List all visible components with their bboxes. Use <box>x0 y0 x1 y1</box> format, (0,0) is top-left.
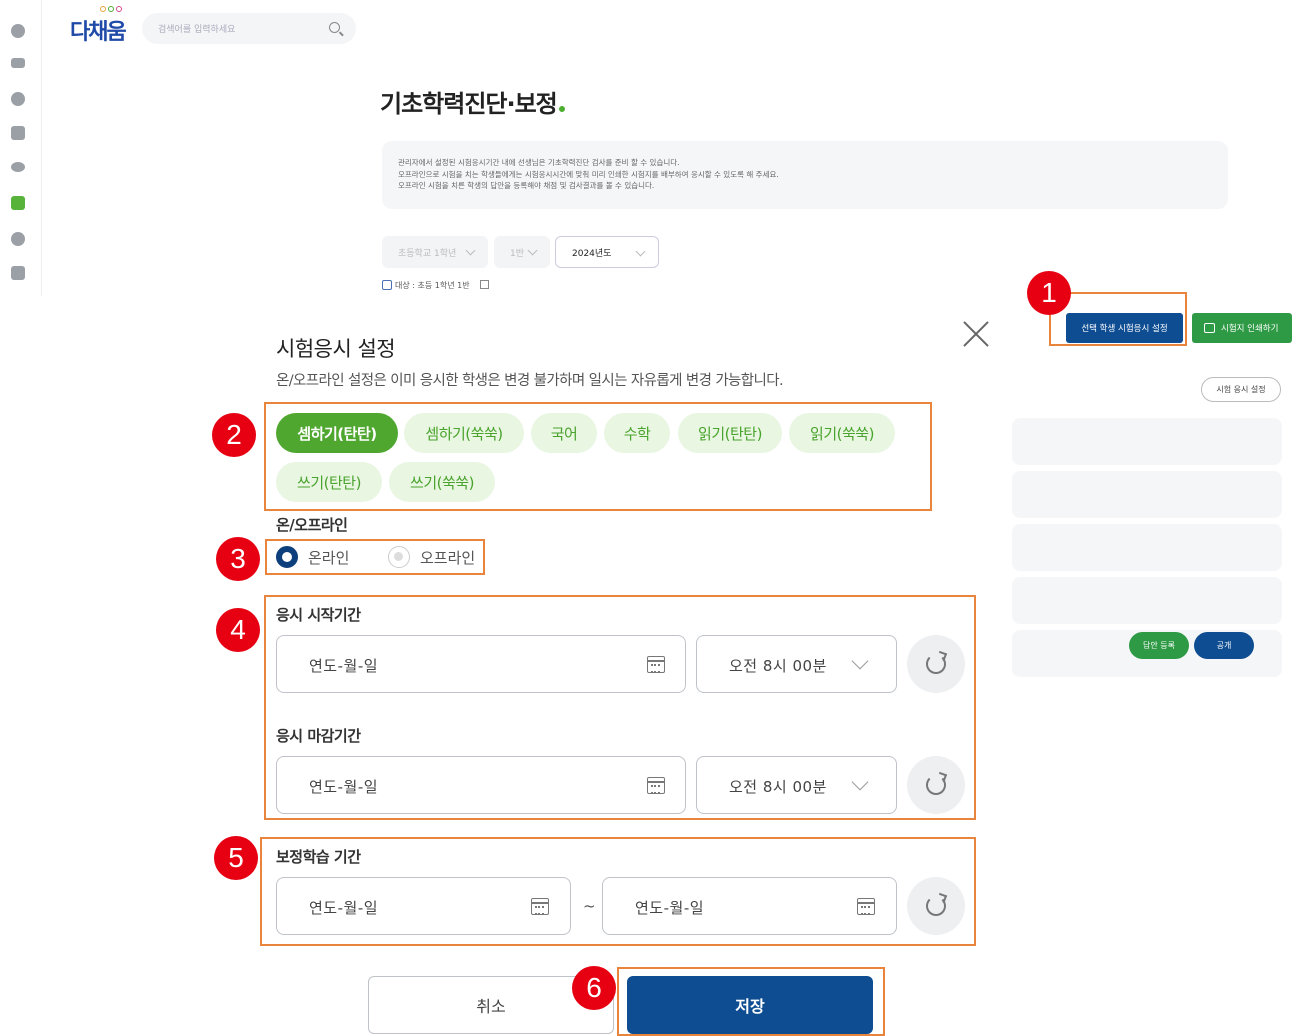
user-icon <box>382 280 392 290</box>
title-dot-icon <box>558 106 565 112</box>
highlight-box-2 <box>264 402 932 511</box>
callout-number: 6 <box>572 966 616 1010</box>
modal-title: 시험응시 설정 <box>276 337 396 361</box>
chart-icon[interactable] <box>11 126 25 140</box>
graduation-cap-icon[interactable] <box>11 162 25 172</box>
student-row <box>1012 471 1282 518</box>
logo-dot-icon <box>108 6 114 12</box>
logo[interactable]: 다채움 <box>70 6 127 46</box>
modal-subtitle: 온/오프라인 설정은 이미 응시한 학생은 변경 불가하며 일시는 자유롭게 변… <box>276 373 784 389</box>
search-box[interactable]: 검색어를 입력하세요 <box>142 13 356 44</box>
info-icon[interactable] <box>11 24 25 38</box>
page-title: 기초학력진단·보정 <box>380 84 565 119</box>
notice-line: 오프라인으로 시험을 치는 학생들에게는 시험응시시간에 맞춰 미리 인쇄한 시… <box>398 169 779 179</box>
callout-number: 5 <box>214 836 258 880</box>
exam-setting-button[interactable]: 시험 응시 설정 <box>1201 377 1281 402</box>
chevron-down-icon <box>465 245 476 256</box>
close-icon[interactable] <box>962 320 990 348</box>
year-select[interactable]: 2024년도 <box>555 236 659 268</box>
highlight-box-6 <box>617 967 885 1036</box>
chevron-down-icon <box>635 246 646 257</box>
heart-icon[interactable] <box>11 232 25 246</box>
highlight-box-3 <box>265 539 485 575</box>
assessment-icon[interactable] <box>11 196 25 210</box>
callout-number: 4 <box>216 608 260 652</box>
logo-dot-icon <box>100 6 106 12</box>
callout-number: 2 <box>212 413 256 457</box>
left-nav-rail <box>0 0 42 296</box>
school-grade-select[interactable]: 초등학교 1학년 <box>382 236 488 268</box>
search-icon[interactable] <box>329 22 340 33</box>
student-row <box>1012 577 1282 624</box>
message-icon[interactable] <box>11 58 25 68</box>
highlight-box-4 <box>264 595 976 820</box>
student-row <box>1012 524 1282 571</box>
printer-icon <box>1204 323 1215 333</box>
chevron-down-icon <box>527 245 538 256</box>
highlight-box-5 <box>260 837 976 946</box>
class-select[interactable]: 1반 <box>494 236 550 268</box>
mode-label: 온/오프라인 <box>276 516 348 534</box>
print-exam-button[interactable]: 시험지 인쇄하기 <box>1192 313 1292 343</box>
callout-number: 1 <box>1027 271 1071 315</box>
notice-box: 관리자에서 설정된 시험응시기간 내에 선생님은 기초학력진단 검사를 준비 할… <box>382 141 1228 209</box>
logo-text: 다채움 <box>70 20 127 45</box>
notice-line: 관리자에서 설정된 시험응시기간 내에 선생님은 기초학력진단 검사를 준비 할… <box>398 158 680 167</box>
logo-dot-icon <box>116 6 122 12</box>
target-info: 대상 : 초등 1학년 1반 <box>382 280 490 291</box>
book-icon[interactable] <box>11 266 25 280</box>
search-placeholder: 검색어를 입력하세요 <box>158 25 236 35</box>
calendar-icon[interactable] <box>480 280 490 289</box>
notice-line: 오프라인 시험을 치른 학생의 답안을 등록해야 채점 및 검사결과를 볼 수 … <box>398 181 655 190</box>
student-row <box>1012 418 1282 465</box>
publish-button[interactable]: 공개 <box>1194 632 1254 659</box>
callout-number: 3 <box>216 537 260 581</box>
answer-register-button[interactable]: 답안 등록 <box>1129 632 1189 659</box>
rocket-icon[interactable] <box>11 92 25 106</box>
